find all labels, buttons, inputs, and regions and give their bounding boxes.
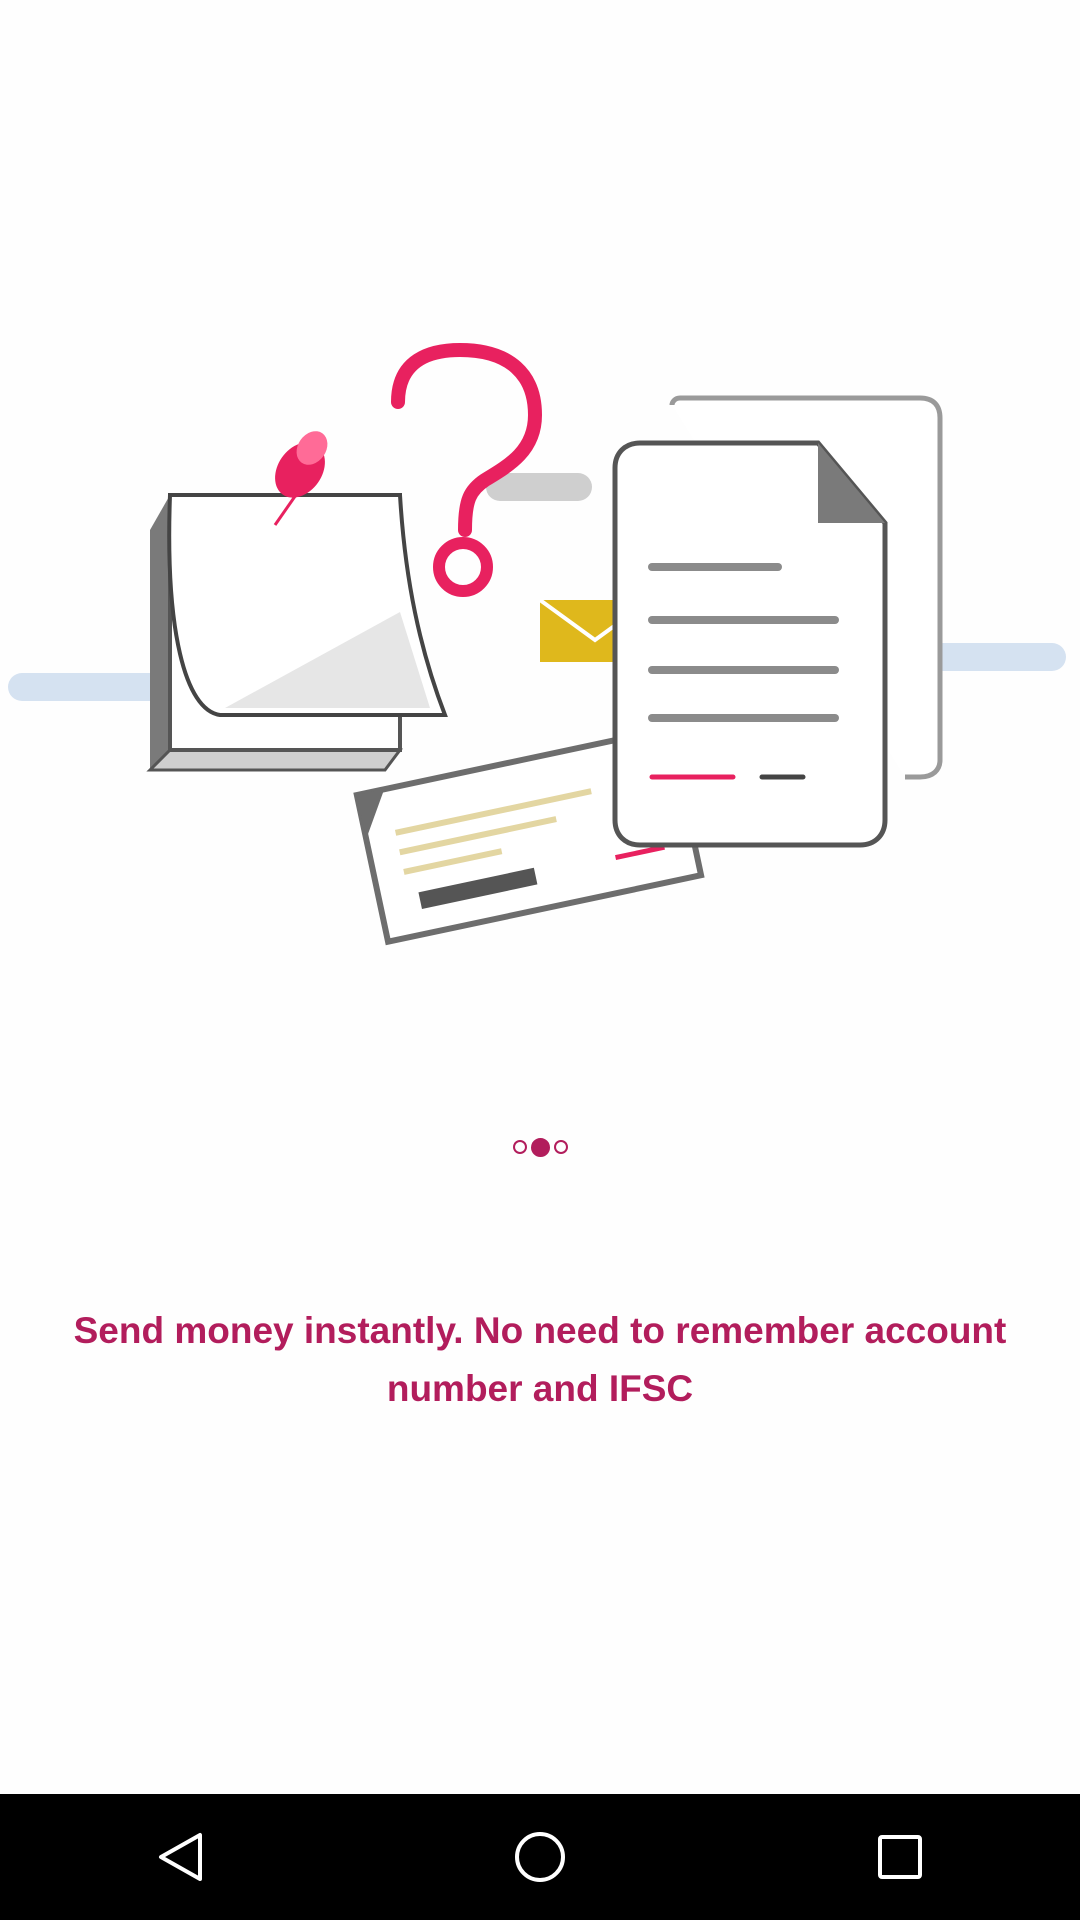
recents-square-icon	[878, 1835, 922, 1879]
back-button[interactable]	[120, 1807, 240, 1907]
onboarding-screen: Send money instantly. No need to remembe…	[0, 0, 1080, 1920]
onboarding-headline: Send money instantly. No need to remembe…	[73, 1310, 1007, 1409]
system-navigation-bar	[0, 1794, 1080, 1920]
question-mark-icon	[391, 342, 543, 597]
home-circle-icon	[515, 1832, 565, 1882]
page-dot-2-active[interactable]	[530, 1137, 550, 1157]
home-button[interactable]	[480, 1807, 600, 1907]
back-triangle-icon	[159, 1833, 202, 1881]
page-dot-1[interactable]	[512, 1140, 527, 1154]
sticky-note-icon	[146, 493, 448, 772]
document-front-icon	[612, 440, 888, 848]
page-indicator	[0, 1135, 1080, 1159]
recents-button[interactable]	[840, 1807, 960, 1907]
onboarding-illustration	[8, 342, 1066, 946]
page-dot-3[interactable]	[553, 1140, 568, 1154]
